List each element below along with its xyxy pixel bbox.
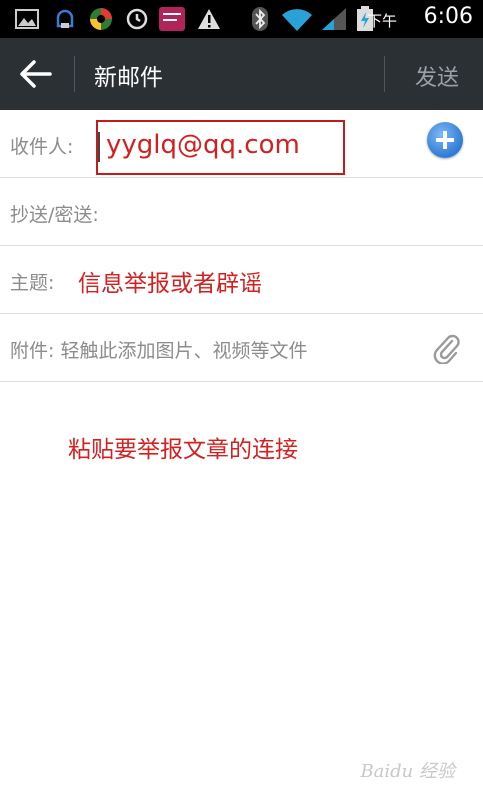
- to-field[interactable]: yyglq@qq.com: [96, 120, 345, 175]
- message-body[interactable]: 粘贴要举报文章的连接: [0, 382, 483, 799]
- to-value: yyglq@qq.com: [106, 130, 300, 160]
- sync-icon: [126, 8, 148, 30]
- subject-value: 信息举报或者辟谣: [78, 271, 262, 297]
- add-recipient-button[interactable]: [427, 122, 463, 158]
- subject-label: 主题:: [10, 272, 55, 294]
- subject-row[interactable]: 主题: 信息举报或者辟谣: [0, 246, 483, 314]
- camera-app-icon: [90, 8, 112, 30]
- cc-row[interactable]: 抄送/密送:: [0, 178, 483, 246]
- page-title: 新邮件: [94, 65, 163, 91]
- bluetooth-icon: [252, 7, 268, 31]
- attachment-row[interactable]: 附件: 轻触此添加图片、视频等文件: [0, 314, 483, 382]
- alarm-icon: [56, 9, 74, 28]
- app-badge-icon: [159, 7, 185, 31]
- app-bar-divider-left: [74, 56, 75, 92]
- signal-icon: [322, 8, 346, 30]
- status-time: 6:06: [423, 4, 473, 29]
- warning-icon: [198, 9, 220, 29]
- app-bar-divider-right: [384, 56, 385, 92]
- image-icon: [15, 9, 39, 29]
- app-bar: 新邮件 发送: [0, 38, 483, 110]
- text-cursor: [98, 132, 100, 162]
- cc-label: 抄送/密送:: [10, 204, 99, 226]
- paperclip-icon[interactable]: [431, 332, 461, 364]
- send-button[interactable]: 发送: [415, 60, 459, 92]
- wifi-icon: [282, 9, 312, 31]
- attachment-hint: 附件: 轻触此添加图片、视频等文件: [10, 340, 308, 362]
- status-ampm: 下午: [366, 12, 397, 30]
- watermark-logo: Baidu 经验: [360, 761, 455, 782]
- to-label: 收件人:: [10, 136, 74, 158]
- compose-form: 收件人: yyglq@qq.com 抄送/密送: 主题: 信息举报或者辟谣 附件…: [0, 110, 483, 382]
- status-bar: 下午 6:06: [0, 0, 483, 38]
- to-row: 收件人: yyglq@qq.com: [0, 110, 483, 178]
- body-text: 粘贴要举报文章的连接: [68, 437, 298, 463]
- back-arrow-icon[interactable]: [18, 58, 56, 90]
